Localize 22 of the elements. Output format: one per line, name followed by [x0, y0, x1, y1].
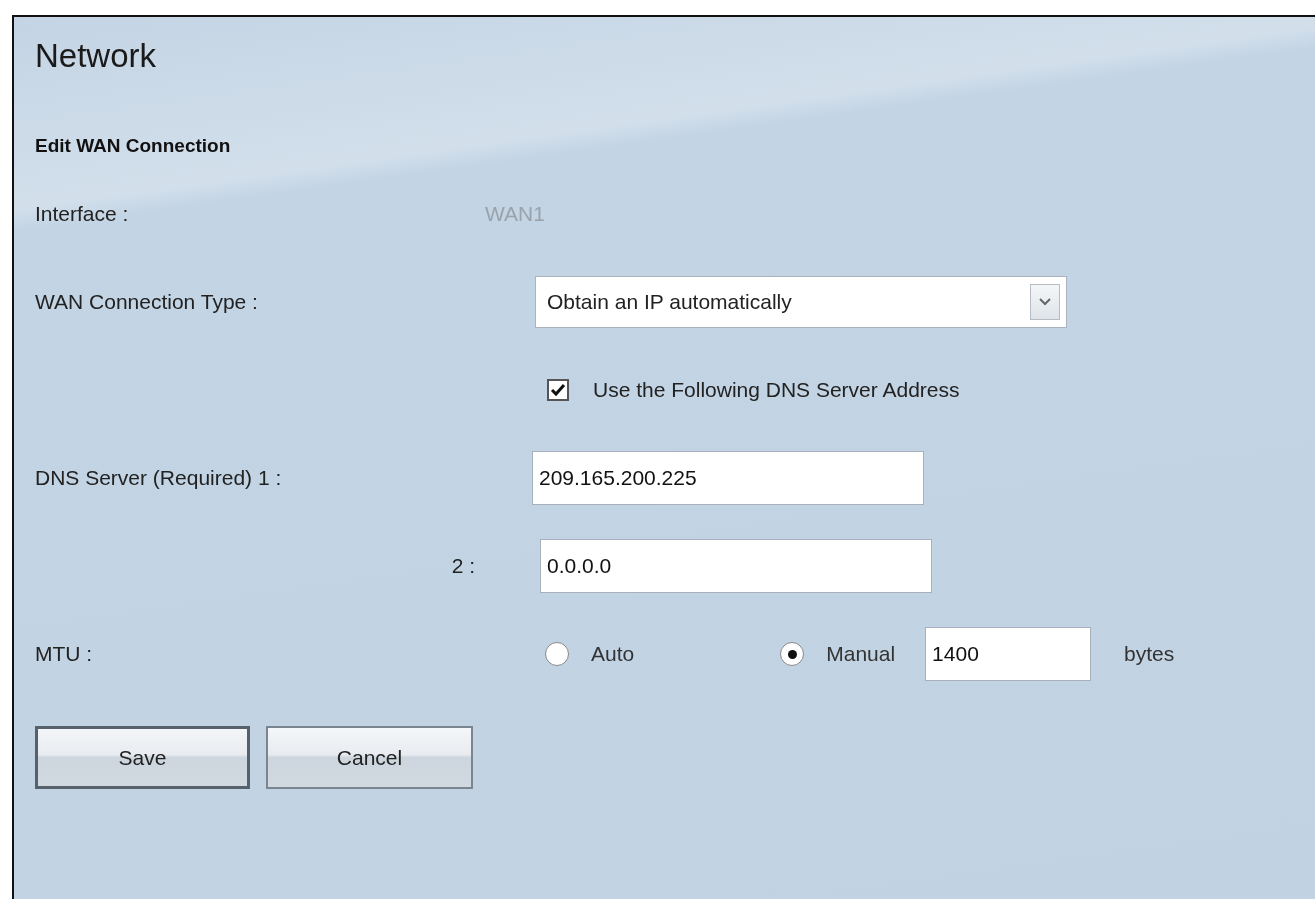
- cancel-button[interactable]: Cancel: [266, 726, 473, 789]
- checkbox-label: Use the Following DNS Server Address: [593, 377, 960, 404]
- radio-button[interactable]: [780, 642, 805, 666]
- field-label: 2 :: [451, 553, 475, 580]
- radio-label: Manual: [826, 641, 896, 668]
- radio-label: Auto: [591, 641, 635, 668]
- page-title: Network: [35, 39, 157, 72]
- chevron-down-icon: [1039, 298, 1051, 306]
- mtu-input[interactable]: 1400: [925, 627, 1092, 681]
- connection-type-select[interactable]: Obtain an IP automatically: [535, 276, 1067, 328]
- text-input[interactable]: 0.0.0.0: [540, 539, 932, 593]
- field-label: Interface :: [35, 201, 129, 228]
- radio-button[interactable]: [545, 642, 569, 666]
- field-label: WAN Connection Type :: [35, 289, 258, 316]
- field-value: WAN1: [485, 201, 545, 228]
- checkbox[interactable]: [547, 379, 569, 401]
- save-button[interactable]: Save: [35, 726, 250, 789]
- field-label: DNS Server (Required) 1 :: [35, 465, 282, 492]
- section-title: Edit WAN Connection: [35, 134, 231, 158]
- field-label: MTU :: [35, 641, 93, 668]
- unit-label: bytes: [1124, 641, 1175, 668]
- text-input[interactable]: 209.165.200.225: [532, 451, 924, 505]
